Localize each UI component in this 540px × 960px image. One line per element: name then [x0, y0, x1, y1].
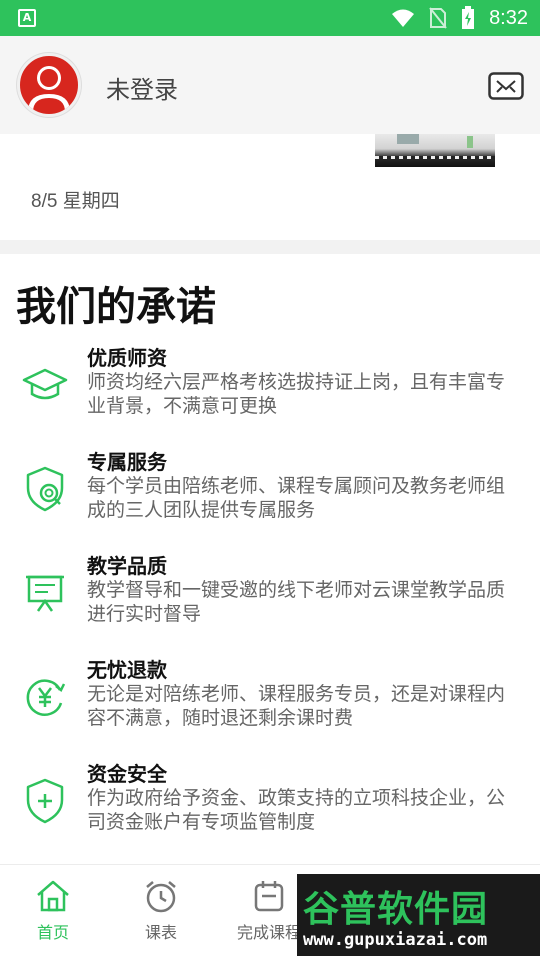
promise-item-title: 专属服务 [87, 450, 167, 474]
alarm-clock-icon [146, 881, 176, 913]
presentation-board-icon [26, 575, 64, 612]
tab-label: 首页 [36, 923, 69, 942]
promise-item-desc: 教学督导和一键受邀的线下老师对云课堂教学品质进行实时督导 [87, 579, 506, 625]
calendar-check-icon [254, 881, 284, 912]
promise-section: 我们的承诺 优质师资 师资均经六层严格考核选拔持证上岗，且有丰富专业背景，不满意… [0, 254, 540, 864]
shield-search-icon [26, 466, 64, 512]
wifi-icon [392, 9, 415, 27]
class-date: 8/5 星期四 [31, 191, 120, 212]
status-bar: A 8:32 [0, 0, 540, 36]
status-time: 8:32 [489, 6, 528, 29]
class-thumbnail [375, 134, 495, 167]
no-sim-icon [429, 7, 447, 29]
shield-plus-icon [26, 778, 64, 824]
yuan-refresh-icon [26, 679, 66, 716]
watermark-brand: 谷普软件园 [303, 889, 489, 930]
status-icons: 8:32 [391, 0, 528, 36]
app-notification-icon: A [18, 9, 36, 27]
promise-item-service: 专属服务 每个学员由陪练老师、课程专属顾问及教务老师组成的三人团队提供专属服务 [0, 446, 540, 542]
promise-item-desc: 无论是对陪练老师、课程服务专员，还是对课程内容不满意，随时退还剩余课时费 [87, 683, 506, 729]
promise-item-desc: 作为政府给予资金、政策支持的立项科技企业，公司资金账户有专项监管制度 [87, 787, 506, 833]
recent-class-card[interactable]: 8/5 星期四 [0, 134, 540, 240]
promise-item-title: 资金安全 [87, 762, 167, 786]
watermark: 谷普软件园 www.gupuxiazai.com [297, 874, 540, 956]
user-icon [28, 66, 70, 112]
profile-header: 未登录 [0, 36, 540, 134]
home-icon [37, 880, 69, 912]
promise-item-teachers: 优质师资 师资均经六层严格考核选拔持证上岗，且有丰富专业背景，不满意可更换 [0, 342, 540, 438]
graduation-cap-icon [22, 368, 68, 400]
login-status[interactable]: 未登录 [106, 70, 178, 105]
promise-item-funds: 资金安全 作为政府给予资金、政策支持的立项科技企业，公司资金账户有专项监管制度 [0, 758, 540, 854]
promise-item-quality: 教学品质 教学督导和一键受邀的线下老师对云课堂教学品质进行实时督导 [0, 550, 540, 646]
tab-schedule[interactable]: 课表 [116, 879, 206, 943]
watermark-url: www.gupuxiazai.com [303, 930, 488, 950]
avatar[interactable] [17, 53, 81, 117]
mail-icon[interactable] [488, 72, 524, 100]
promise-item-title: 优质师资 [87, 346, 167, 370]
tab-home[interactable]: 首页 [8, 879, 98, 943]
promise-item-title: 无忧退款 [87, 658, 167, 682]
section-title: 我们的承诺 [16, 284, 216, 330]
promise-item-desc: 每个学员由陪练老师、课程专属顾问及教务老师组成的三人团队提供专属服务 [87, 475, 506, 521]
promise-item-title: 教学品质 [87, 554, 167, 578]
promise-item-desc: 师资均经六层严格考核选拔持证上岗，且有丰富专业背景，不满意可更换 [87, 371, 506, 417]
tab-label: 课表 [144, 923, 177, 942]
battery-icon [462, 6, 475, 29]
promise-item-refund: 无忧退款 无论是对陪练老师、课程服务专员，还是对课程内容不满意，随时退还剩余课时… [0, 654, 540, 750]
